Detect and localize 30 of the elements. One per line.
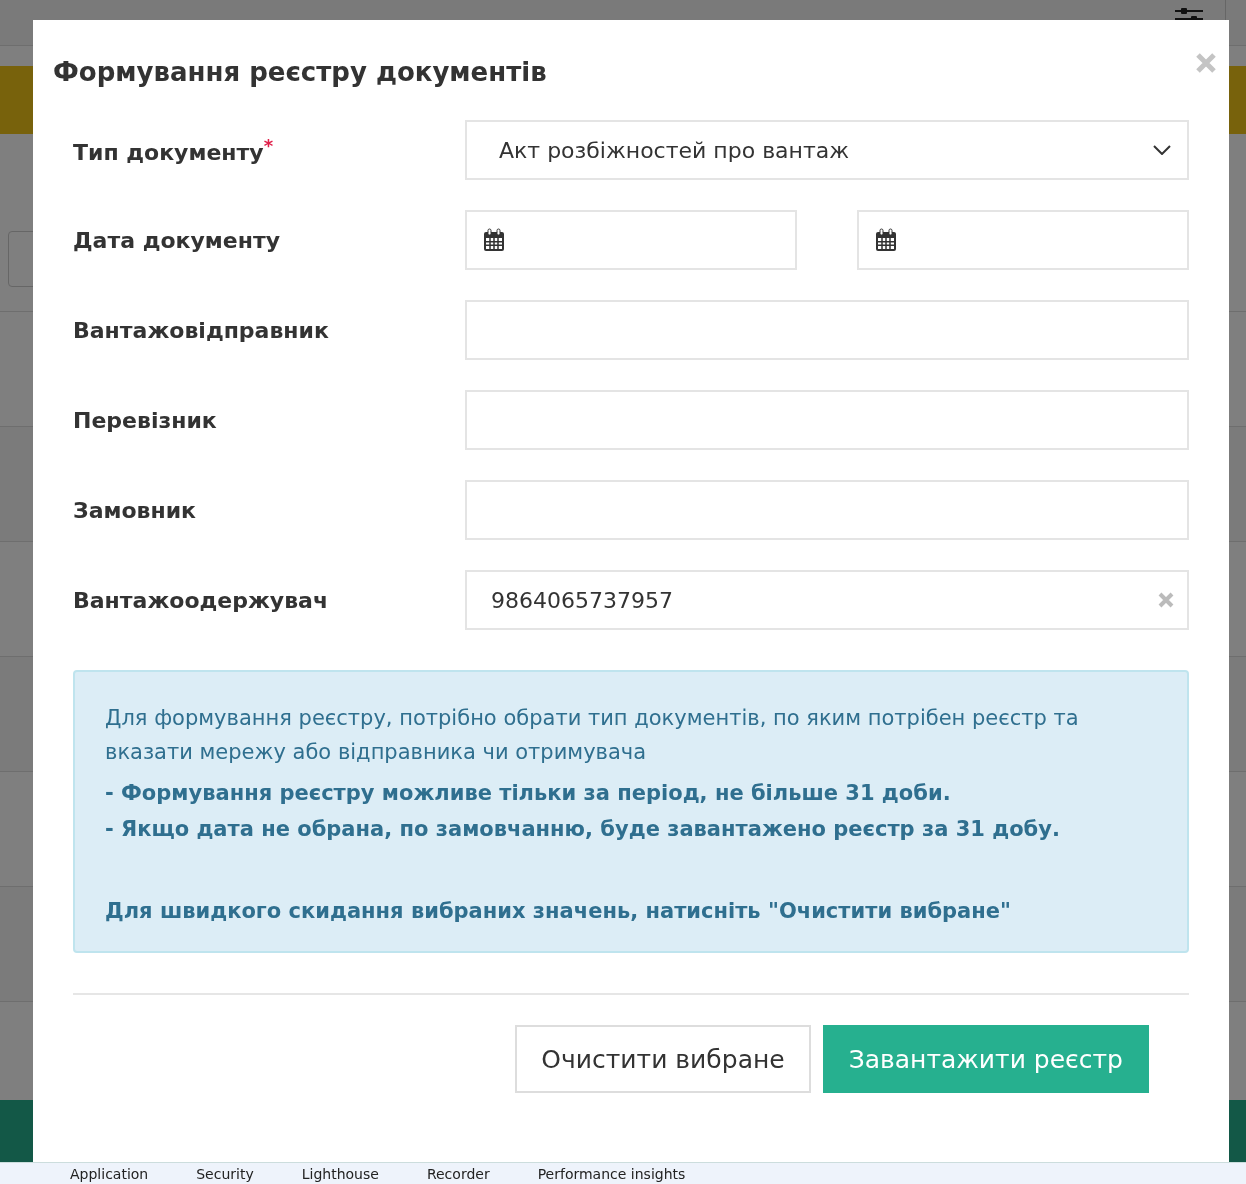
input-field[interactable] xyxy=(465,300,1189,360)
date-field[interactable] xyxy=(465,210,797,270)
info-note: - Якщо дата не обрана, по замовчанню, буде завантажено реєстр за 31 добу. xyxy=(105,817,1061,842)
devtools-tab[interactable]: Lighthouse xyxy=(301,1165,379,1182)
document-type-select[interactable]: Акт розбіжностей про вантаж xyxy=(465,120,1189,180)
info-note: - Формування реєстру можливе тільки за період, не більше 31 доби. xyxy=(105,781,952,806)
clear-icon[interactable] xyxy=(1157,591,1175,609)
devtools-tab[interactable]: Application xyxy=(70,1165,149,1182)
devtools-tab[interactable]: Security xyxy=(196,1165,254,1182)
close-icon[interactable] xyxy=(1195,52,1217,74)
info-hint: Для швидкого скидання вибраних значень, натисніть "Очистити вибране" xyxy=(105,899,1012,924)
input-field[interactable]: 9864065737957 xyxy=(465,570,1189,630)
field-label: Перевізник xyxy=(73,407,217,433)
date-field[interactable] xyxy=(857,210,1189,270)
info-text: Для формування реєстру, потрібно обрати тип документів, по яким потрібен реєстр та вказати мережу або відправника чи отримувача xyxy=(105,705,1080,766)
field-label: Вантажовідправник xyxy=(73,317,329,343)
field-label: Дата документу xyxy=(73,227,281,253)
devtools-tab[interactable]: Performance insights xyxy=(537,1165,686,1182)
chevron-down-icon xyxy=(1153,145,1171,155)
required-mark: * xyxy=(263,134,274,156)
calendar-icon xyxy=(483,228,505,252)
calendar-icon xyxy=(875,228,897,252)
field-label: Вантажоодержувач xyxy=(73,587,329,613)
field-label: Тип документу xyxy=(73,140,264,166)
field-label: Замовник xyxy=(73,497,197,523)
devtools-tab[interactable]: Recorder xyxy=(426,1165,490,1182)
input-field[interactable] xyxy=(465,390,1189,450)
input-field[interactable] xyxy=(465,480,1189,540)
modal-title: Формування реєстру документів xyxy=(53,57,547,87)
clear-button[interactable]: Очистити вибране xyxy=(515,1025,811,1094)
